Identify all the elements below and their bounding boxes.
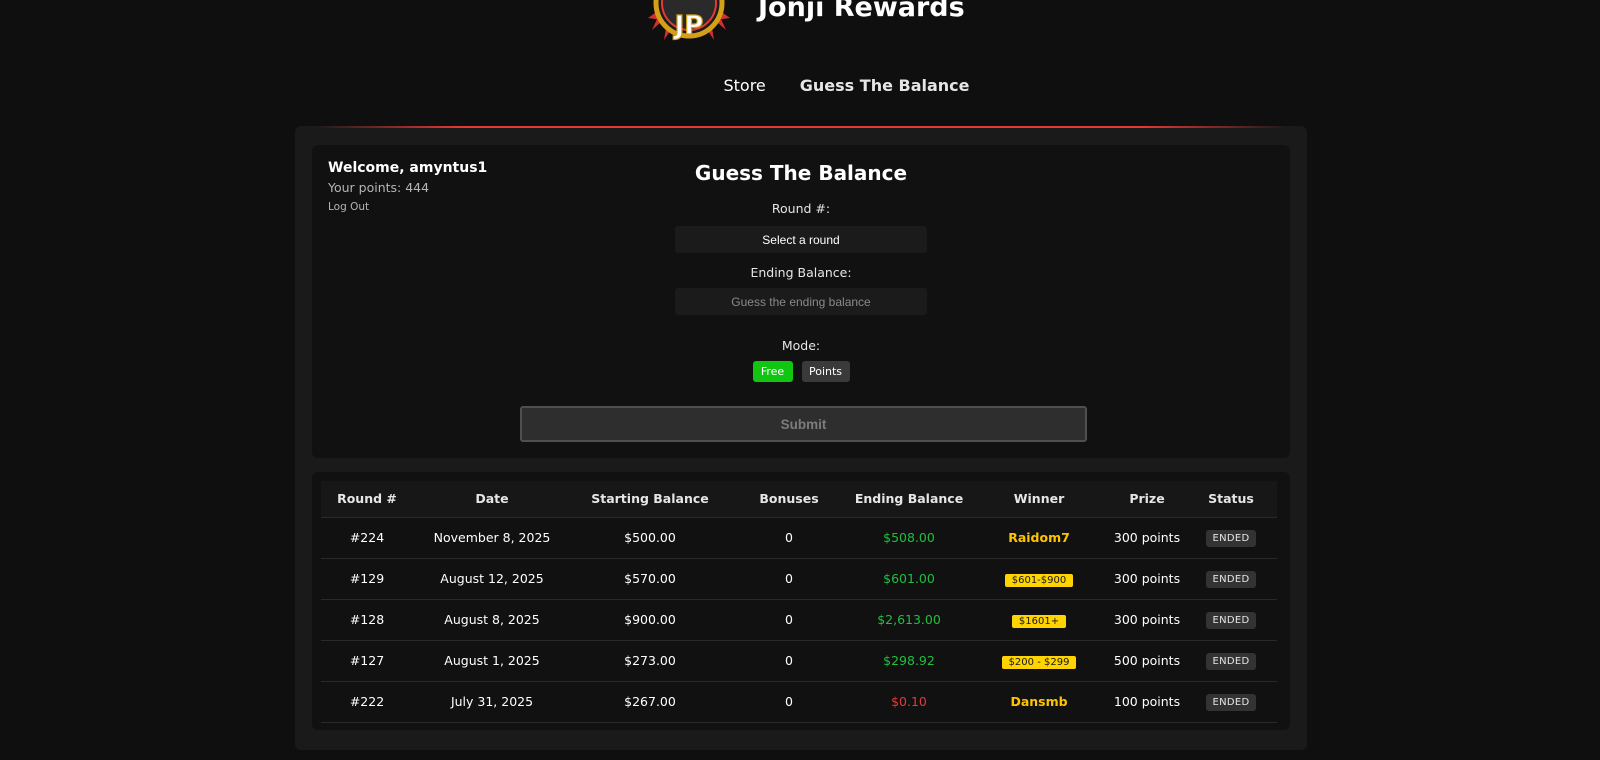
main-panel: Welcome, amyntus1 Your points: 444 Log O… [295, 126, 1307, 750]
cell-status: ENDED [1185, 598, 1277, 640]
cell-start: $273.00 [571, 639, 729, 681]
status-badge: ENDED [1206, 652, 1256, 670]
cell-start: $570.00 [571, 557, 729, 599]
cell-prize: 100 points [1109, 680, 1185, 723]
cell-end: $2,613.00 [849, 598, 969, 640]
table-row: #128 August 8, 2025 $900.00 0 $2,613.00 … [321, 598, 1277, 640]
table-row: #224 November 8, 2025 $500.00 0 $508.00 … [321, 516, 1277, 558]
cell-round: #129 [321, 557, 413, 599]
winner-range-badge: $601-$900 [1004, 573, 1074, 587]
cell-date: August 12, 2025 [413, 557, 571, 599]
site-title: Jonji Rewards [758, 0, 965, 23]
round-label: Round #: [771, 201, 831, 216]
winner-range-badge: $1601+ [1011, 614, 1067, 628]
cell-start: $900.00 [571, 598, 729, 640]
mode-points-button[interactable]: Points [801, 361, 850, 382]
cell-status: ENDED [1185, 516, 1277, 558]
winner-name: Dansmb [1010, 694, 1068, 709]
cell-status: ENDED [1185, 639, 1277, 681]
cell-end: $0.10 [849, 680, 969, 723]
cell-prize: 300 points [1109, 516, 1185, 558]
cell-start: $500.00 [571, 516, 729, 558]
cell-prize: 300 points [1109, 598, 1185, 640]
cell-prize: 500 points [1109, 639, 1185, 681]
round-select-value: Select a round [762, 232, 840, 247]
guess-form-card: Welcome, amyntus1 Your points: 444 Log O… [312, 145, 1290, 458]
cell-winner: Dansmb [969, 680, 1109, 723]
cell-bonuses: 0 [729, 516, 849, 558]
accent-divider [315, 126, 1287, 128]
mode-free-button[interactable]: Free [752, 361, 793, 382]
cell-date: November 8, 2025 [413, 516, 571, 558]
col-ending-balance: Ending Balance [854, 491, 964, 507]
col-starting-balance: Starting Balance [591, 491, 709, 507]
winner-range-badge: $200 - $299 [1001, 655, 1077, 669]
cell-winner: $601-$900 [969, 557, 1109, 599]
cell-round: #224 [321, 516, 413, 558]
table-row: #127 August 1, 2025 $273.00 0 $298.92 $2… [321, 639, 1277, 681]
cell-status: ENDED [1185, 557, 1277, 599]
col-winner: Winner [1013, 491, 1065, 507]
cell-start: $267.00 [571, 680, 729, 723]
logo-monogram: JP [673, 11, 704, 41]
cell-status: ENDED [1185, 680, 1277, 723]
nav-store[interactable]: Store [723, 76, 765, 95]
status-badge: ENDED [1206, 529, 1256, 547]
submit-button[interactable]: Submit [520, 406, 1087, 442]
winner-name: Raidom7 [1008, 530, 1070, 545]
col-date: Date [475, 491, 509, 507]
cell-end: $508.00 [849, 516, 969, 558]
ending-balance-label: Ending Balance: [750, 265, 852, 280]
ending-balance-input[interactable] [675, 288, 927, 315]
mode-label: Mode: [781, 338, 821, 353]
col-prize: Prize [1129, 491, 1165, 507]
cell-date: August 1, 2025 [413, 639, 571, 681]
table-header-row: Round # Date Starting Balance Bonuses En… [321, 481, 1277, 517]
cell-end: $601.00 [849, 557, 969, 599]
cell-prize: 300 points [1109, 557, 1185, 599]
mode-toggle: Free Points [312, 361, 1290, 382]
cell-end: $298.92 [849, 639, 969, 681]
nav-guess-the-balance[interactable]: Guess The Balance [800, 76, 970, 95]
rounds-table: Round # Date Starting Balance Bonuses En… [321, 481, 1277, 723]
cell-bonuses: 0 [729, 680, 849, 723]
cell-date: August 8, 2025 [413, 598, 571, 640]
cell-round: #127 [321, 639, 413, 681]
cell-winner: $200 - $299 [969, 639, 1109, 681]
cell-winner: Raidom7 [969, 516, 1109, 558]
cell-bonuses: 0 [729, 598, 849, 640]
jonji-logo-icon[interactable]: JP [642, 0, 736, 50]
main-nav: Store Guess The Balance [0, 76, 1600, 95]
status-badge: ENDED [1206, 570, 1256, 588]
form-title: Guess The Balance [694, 161, 908, 185]
col-bonuses: Bonuses [759, 491, 819, 507]
table-row: #129 August 12, 2025 $570.00 0 $601.00 $… [321, 557, 1277, 599]
cell-date: July 31, 2025 [413, 680, 571, 723]
rounds-table-card: Round # Date Starting Balance Bonuses En… [312, 472, 1290, 730]
cell-round: #222 [321, 680, 413, 723]
table-row: #222 July 31, 2025 $267.00 0 $0.10 Dansm… [321, 680, 1277, 723]
col-round: Round # [337, 491, 397, 507]
site-header: JP Jonji Rewards [0, 0, 1600, 54]
col-status: Status [1208, 491, 1254, 507]
round-select[interactable]: Select a round [675, 226, 927, 253]
cell-winner: $1601+ [969, 598, 1109, 640]
cell-bonuses: 0 [729, 557, 849, 599]
cell-bonuses: 0 [729, 639, 849, 681]
status-badge: ENDED [1206, 611, 1256, 629]
status-badge: ENDED [1206, 693, 1256, 711]
cell-round: #128 [321, 598, 413, 640]
